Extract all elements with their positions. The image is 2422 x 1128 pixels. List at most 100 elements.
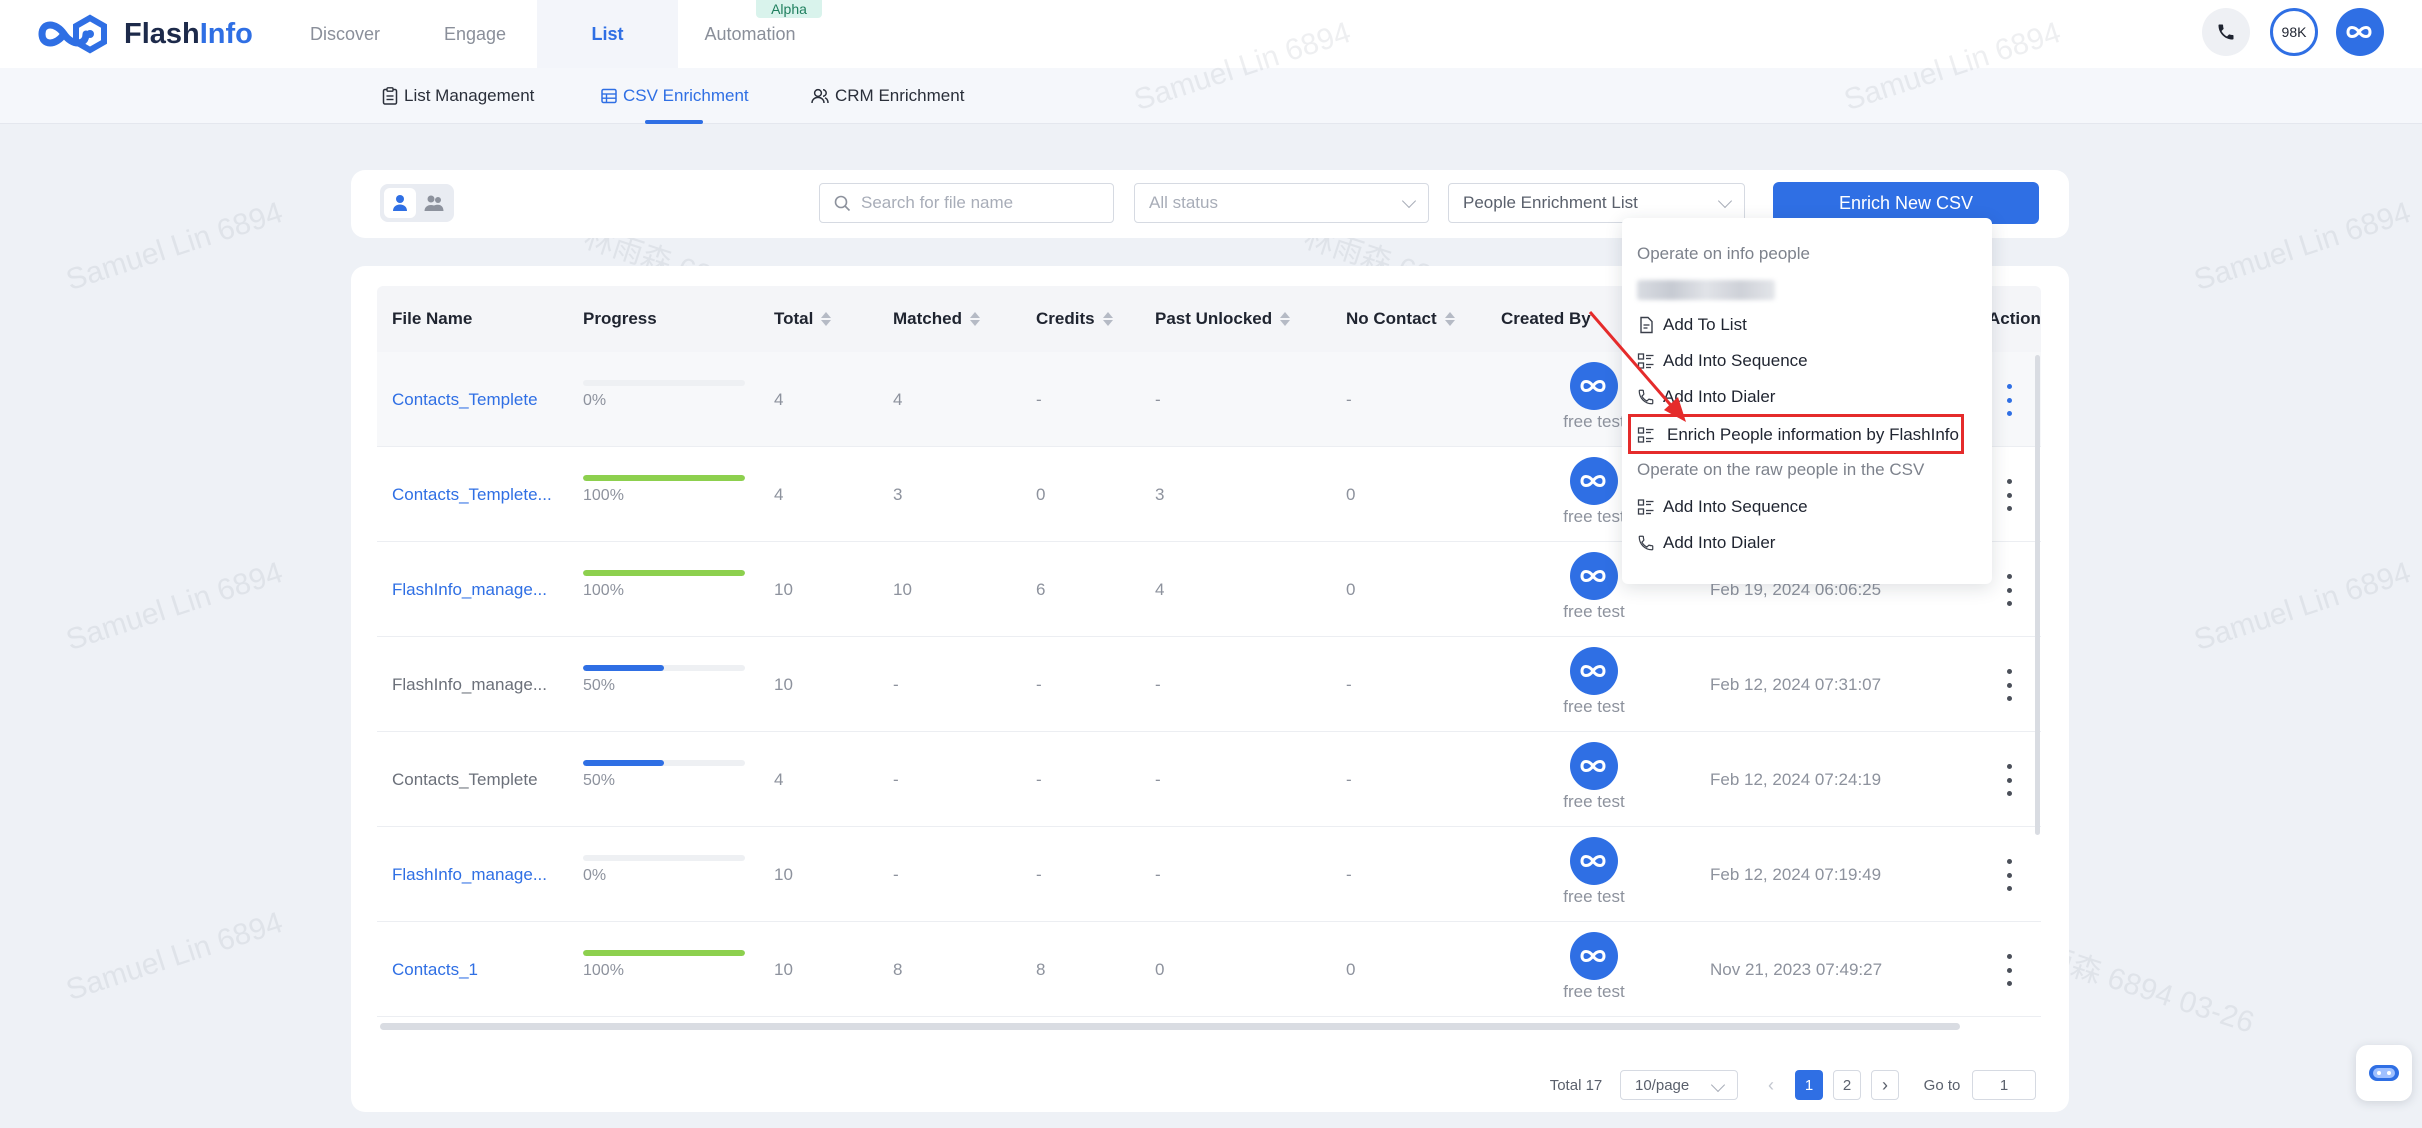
progress-bar: 50% — [583, 665, 745, 695]
sequence-icon — [1637, 499, 1654, 515]
more-actions-button[interactable] — [2004, 859, 2014, 891]
matched-value: 10 — [893, 579, 912, 599]
more-actions-button[interactable] — [2004, 764, 2014, 796]
flashinfo-logo-icon — [1580, 475, 1606, 487]
sort-icon[interactable] — [1102, 312, 1113, 326]
file-name-link[interactable]: Contacts_Templete — [392, 352, 538, 447]
created-date: Feb 12, 2024 07:31:07 — [1710, 674, 1882, 694]
subtab-csv-enrichment[interactable]: CSV Enrichment — [601, 68, 749, 124]
creator-avatar — [1570, 742, 1618, 790]
menu-item-raw-add-into-sequence[interactable]: Add Into Sequence — [1637, 497, 1808, 517]
toggle-people[interactable] — [384, 188, 416, 218]
more-actions-button[interactable] — [2004, 479, 2014, 511]
credits-value: 6 — [1036, 579, 1046, 599]
watermark: Samuel Lin 6894 — [62, 556, 287, 658]
menu-item-raw-add-into-dialer[interactable]: Add Into Dialer — [1637, 533, 1775, 553]
sort-icon[interactable] — [1280, 312, 1291, 326]
chat-widget-button[interactable] — [2356, 1045, 2412, 1101]
col-credits[interactable]: Credits — [1036, 286, 1113, 352]
more-actions-button[interactable] — [2004, 384, 2014, 416]
col-matched[interactable]: Matched — [893, 286, 980, 352]
status-select[interactable]: All status — [1134, 183, 1429, 223]
page-size-select[interactable]: 10/page — [1620, 1070, 1738, 1100]
vertical-scrollbar[interactable] — [2035, 355, 2040, 835]
flashinfo-logo-icon — [1580, 665, 1606, 677]
total-value: 4 — [774, 389, 784, 409]
menu-section-header: Operate on the raw people in the CSV — [1637, 460, 1925, 479]
creator-name: free test — [1563, 697, 1625, 716]
no-contact-value: 0 — [1346, 959, 1356, 979]
file-name-link[interactable]: FlashInfo_manage... — [392, 827, 547, 922]
progress-bar: 50% — [583, 760, 745, 790]
prev-page-button[interactable]: ‹ — [1757, 1070, 1785, 1100]
creator-avatar — [1570, 837, 1618, 885]
file-name-text: FlashInfo_manage... — [392, 674, 547, 694]
flashinfo-logo-icon — [2346, 26, 2372, 38]
page-2-button[interactable]: 2 — [1833, 1070, 1861, 1100]
sort-icon[interactable] — [969, 312, 980, 326]
col-progress: Progress — [583, 309, 657, 328]
file-name-link[interactable]: Contacts_1 — [392, 922, 478, 1017]
file-name-text: Contacts_Templete — [392, 769, 538, 789]
profile-avatar[interactable] — [2336, 8, 2384, 56]
creator-name: free test — [1563, 982, 1625, 1001]
flashinfo-logo-icon — [1580, 570, 1606, 582]
search-input[interactable]: Search for file name — [819, 183, 1114, 223]
col-past-unlocked[interactable]: Past Unlocked — [1155, 286, 1291, 352]
matched-value: - — [893, 674, 899, 694]
nav-tab-discover[interactable]: Discover — [292, 0, 398, 68]
matched-value: - — [893, 864, 899, 884]
people-icon — [424, 195, 444, 211]
no-contact-value: - — [1346, 769, 1352, 789]
toggle-companies[interactable] — [418, 188, 450, 218]
created-date: Feb 12, 2024 07:19:49 — [1710, 864, 1882, 884]
no-contact-value: - — [1346, 389, 1352, 409]
no-contact-value: 0 — [1346, 579, 1356, 599]
sort-icon[interactable] — [821, 312, 832, 326]
view-toggle[interactable] — [380, 184, 454, 222]
list-type-select[interactable]: People Enrichment List — [1448, 183, 1745, 223]
goto-label: Go to — [1923, 1076, 1961, 1094]
sort-icon[interactable] — [1444, 312, 1455, 326]
more-actions-button[interactable] — [2004, 669, 2014, 701]
clipboard-icon — [382, 87, 398, 105]
brand-logo[interactable]: FlashInfo — [34, 6, 253, 62]
table-row: Contacts_1 100% 10 8 8 0 0 free test Nov… — [377, 922, 2041, 1017]
nav-tab-engage[interactable]: Engage — [425, 0, 525, 68]
more-actions-button[interactable] — [2004, 574, 2014, 606]
col-no-contact[interactable]: No Contact — [1346, 286, 1455, 352]
creator-avatar — [1570, 647, 1618, 695]
subtab-list-management[interactable]: List Management — [382, 68, 534, 124]
creator-name: free test — [1563, 792, 1625, 811]
more-actions-button[interactable] — [2004, 954, 2014, 986]
table-row: FlashInfo_manage... 0% 10 - - - - free t… — [377, 827, 2041, 922]
subtab-crm-enrichment[interactable]: CRM Enrichment — [811, 68, 964, 124]
person-icon — [393, 195, 407, 211]
progress-bar: 0% — [583, 855, 745, 885]
no-contact-value: - — [1346, 864, 1352, 884]
horizontal-scrollbar[interactable] — [380, 1023, 1960, 1030]
credits-value: 8 — [1036, 959, 1046, 979]
credits-badge[interactable]: 98K — [2270, 8, 2318, 56]
phone-button[interactable] — [2202, 8, 2250, 56]
total-value: 10 — [774, 864, 793, 884]
past-unlocked-value: 3 — [1155, 484, 1165, 504]
file-name-link[interactable]: Contacts_Templete... — [392, 447, 552, 542]
chevron-down-icon — [1401, 193, 1417, 209]
file-name-link[interactable]: FlashInfo_manage... — [392, 542, 547, 637]
no-contact-value: - — [1346, 674, 1352, 694]
page-1-button[interactable]: 1 — [1795, 1070, 1823, 1100]
nav-tab-list[interactable]: List — [537, 0, 678, 68]
search-icon — [834, 195, 851, 211]
top-navbar: FlashInfo Discover Engage List Automatio… — [0, 0, 2422, 68]
matched-value: 3 — [893, 484, 903, 504]
next-page-button[interactable]: › — [1871, 1070, 1899, 1100]
creator-avatar — [1570, 552, 1618, 600]
progress-bar: 100% — [583, 570, 745, 600]
phone-icon — [2218, 24, 2234, 40]
menu-section-header: Operate on info people — [1637, 244, 1810, 263]
credits-value: - — [1036, 674, 1042, 694]
goto-input[interactable]: 1 — [1972, 1070, 2036, 1100]
credits-value: 0 — [1036, 484, 1046, 504]
col-total[interactable]: Total — [774, 286, 832, 352]
